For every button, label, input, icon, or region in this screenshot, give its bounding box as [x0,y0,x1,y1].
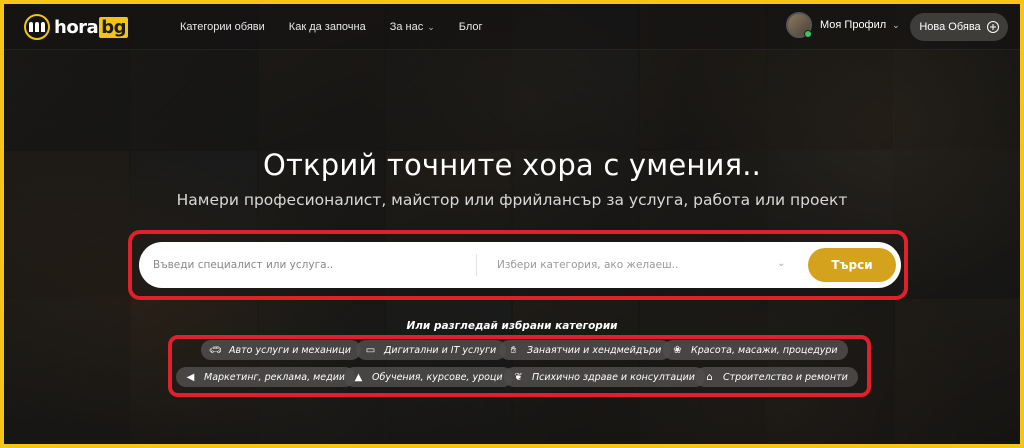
chevron-down-icon[interactable]: ⌄ [777,258,785,269]
category-chip-beauty[interactable]: ❀ Красота, масажи, процедури [663,340,848,360]
nav-item-how-to-start[interactable]: Как да започна [289,21,366,33]
search-input[interactable] [153,242,473,288]
page-frame: hora bg Категории обяви Как да започна За… [4,4,1020,444]
hero-title: Открий точните хора с умения.. [262,148,762,182]
category-chip-crafts[interactable]: ✋︎ Занаятчии и хендмейдъри [499,340,672,360]
nav-item-about[interactable]: За нас ⌄ [390,21,435,33]
new-ad-label: Нова Обява [919,21,981,33]
categories-heading: Или разгледай избрани категории [406,320,618,332]
new-ad-button[interactable]: Нова Обява [910,13,1008,41]
megaphone-icon: ◀ [186,371,195,383]
category-select[interactable]: Избери категория, ако желаеш.. [497,242,787,288]
house-icon: ⌂ [706,371,713,383]
chevron-down-icon: ⌄ [892,19,900,30]
brain-icon: ❦ [514,371,523,383]
avatar[interactable] [786,12,812,38]
nav-item-categories[interactable]: Категории обяви [180,21,265,33]
search-divider [476,254,477,276]
profile-label: Моя Профил [820,19,887,31]
category-chip-construction[interactable]: ⌂ Строителство и ремонти [695,367,858,387]
logo-wordmark: hora bg [54,16,128,38]
profile-menu[interactable]: Моя Профил ⌄ [786,12,900,38]
category-chip-digital-it[interactable]: ▭ Дигитални и IT услуги [356,340,507,360]
chevron-down-icon: ⌄ [427,21,435,32]
lotus-icon: ❀ [673,344,682,356]
car-icon: 🚗︎ [209,344,222,356]
category-chip-mental-health[interactable]: ❦ Психично здраве и консултации [504,367,705,387]
main-nav: Категории обяви Как да започна За нас ⌄ Б… [180,21,507,33]
search-bar: Избери категория, ако желаеш.. ⌄ Търси [139,242,901,288]
category-chip-marketing[interactable]: ◀ Маркетинг, реклама, медии [176,367,356,387]
plus-circle-icon [986,21,999,33]
category-select-placeholder: Избери категория, ако желаеш.. [497,259,679,271]
logo-people-icon [24,14,50,40]
category-chip-education[interactable]: ▲ Обучения, курсове, уроци [344,367,513,387]
hero-subtitle: Намери професионалист, майстор или фрийл… [176,191,848,209]
hands-icon: ✋︎ [510,344,517,356]
graduation-cap-icon: ▲ [354,371,363,383]
search-button[interactable]: Търси [808,248,896,282]
nav-item-blog[interactable]: Блог [459,21,483,33]
laptop-icon: ▭ [365,344,376,356]
online-status-dot [804,30,812,38]
site-logo[interactable]: hora bg [24,14,128,40]
category-chip-auto[interactable]: 🚗︎ Авто услуги и механици [201,340,361,360]
top-navigation: hora bg Категории обяви Как да започна За… [4,4,1020,50]
